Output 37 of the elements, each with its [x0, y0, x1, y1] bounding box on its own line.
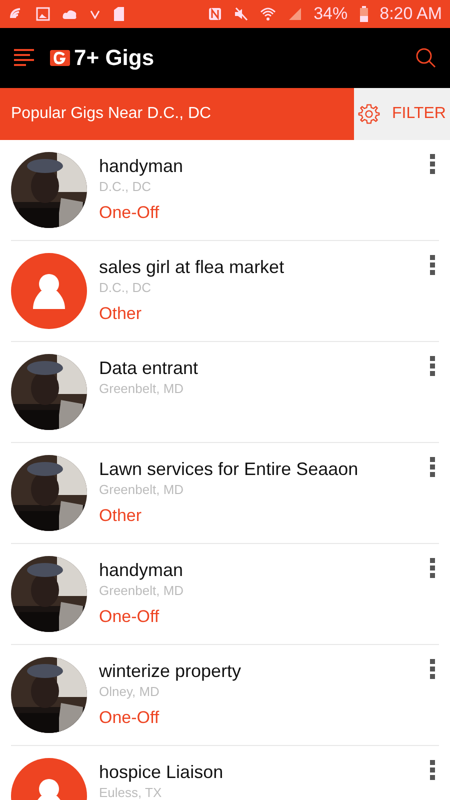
- menu-icon[interactable]: [14, 49, 36, 67]
- gig-title[interactable]: sales girl at flea market: [99, 257, 414, 278]
- signal-icon: [288, 7, 302, 21]
- mute-icon: [234, 7, 248, 21]
- gig-title[interactable]: Data entrant: [99, 358, 414, 379]
- wifi-icon: [260, 6, 276, 22]
- gig-location: Greenbelt, MD: [99, 583, 185, 598]
- gig-title[interactable]: handyman: [99, 560, 414, 581]
- settings-icon: [358, 103, 380, 125]
- app-title: 7+ Gigs: [74, 45, 154, 71]
- location-heading: Popular Gigs Near D.C., DC: [0, 88, 354, 140]
- gig-location: Euless, TX: [99, 785, 163, 800]
- clock-time: 8:20 AM: [380, 4, 442, 24]
- battery-icon: [360, 6, 368, 22]
- gig-title[interactable]: winterize property: [99, 661, 414, 682]
- sim-icon: [112, 6, 126, 22]
- cloud-icon: [62, 8, 78, 20]
- battery-percent: 34%: [314, 4, 348, 24]
- image-icon: [36, 7, 50, 21]
- gig-location: D.C., DC: [99, 280, 152, 295]
- gig-category: Other: [99, 304, 143, 324]
- gig-location: Greenbelt, MD: [99, 482, 185, 497]
- gig-category: One-Off: [99, 203, 160, 223]
- nfc-icon: [208, 7, 222, 21]
- gig-title[interactable]: hospice Liaison: [99, 762, 414, 783]
- gig-title[interactable]: Lawn services for Entire Seaaon: [99, 459, 414, 480]
- gig-category: Other: [99, 506, 143, 526]
- gig-location: D.C., DC: [99, 179, 152, 194]
- gig-title[interactable]: handyman: [99, 156, 414, 177]
- check-icon: [90, 9, 100, 19]
- logo-icon: [50, 50, 70, 66]
- person-icon: [11, 253, 87, 329]
- gig-location: Greenbelt, MD: [99, 381, 185, 396]
- search-icon[interactable]: [416, 48, 436, 68]
- gig-category: One-Off: [99, 708, 160, 728]
- gig-category: One-Off: [99, 607, 160, 627]
- gig-location: Olney, MD: [99, 684, 160, 699]
